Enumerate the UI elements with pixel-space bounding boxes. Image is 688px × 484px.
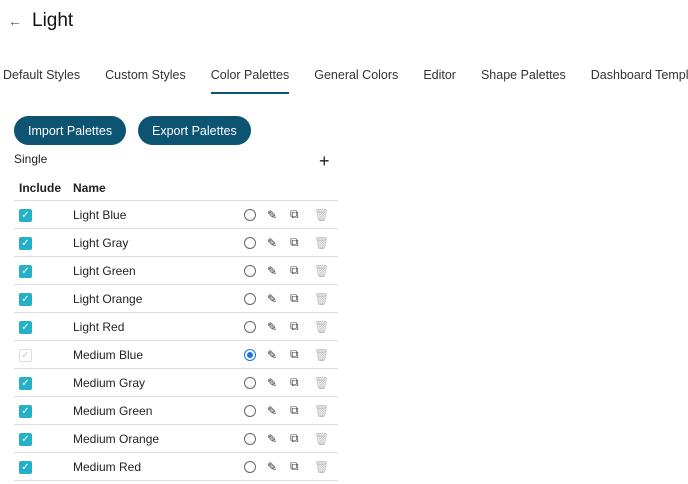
edit-pencil-icon[interactable]: ✎ (267, 208, 277, 222)
table-header: Include Name (14, 176, 338, 201)
default-radio[interactable] (244, 264, 256, 277)
edit-pencil-icon[interactable]: ✎ (267, 404, 277, 418)
table-row: ✓ Medium Blue ✎ ⧉ 🗑 (14, 341, 338, 369)
include-checkbox[interactable]: ✓ (19, 349, 32, 363)
include-checkbox[interactable]: ✓ (19, 405, 32, 419)
tab-shape-palettes[interactable]: Shape Palettes (481, 68, 566, 94)
table-row: ✓ Medium Gray ✎ ⧉ 🗑 (14, 369, 338, 397)
include-cell: ✓ (14, 459, 73, 475)
trash-icon[interactable]: 🗑 (314, 348, 329, 362)
include-cell: ✓ (14, 347, 73, 363)
edit-pencil-icon[interactable]: ✎ (267, 264, 277, 278)
include-cell: ✓ (14, 207, 73, 223)
include-checkbox[interactable]: ✓ (19, 433, 32, 447)
include-cell: ✓ (14, 291, 73, 307)
include-checkbox[interactable]: ✓ (19, 265, 32, 279)
copy-icon[interactable]: ⧉ (290, 291, 299, 306)
include-checkbox[interactable]: ✓ (19, 461, 32, 475)
copy-icon[interactable]: ⧉ (290, 235, 299, 250)
page-header: ← Light (8, 10, 73, 32)
default-radio[interactable] (244, 376, 256, 389)
trash-icon[interactable]: 🗑 (314, 376, 329, 390)
trash-icon[interactable]: 🗑 (314, 236, 329, 250)
edit-pencil-icon[interactable]: ✎ (267, 236, 277, 250)
trash-icon[interactable]: 🗑 (314, 264, 329, 278)
trash-icon[interactable]: 🗑 (314, 432, 329, 446)
table-row: ✓ Light Blue ✎ ⧉ 🗑 (14, 201, 338, 229)
include-cell: ✓ (14, 375, 73, 391)
trash-icon[interactable]: 🗑 (314, 460, 329, 474)
page-title: Light (32, 10, 74, 31)
tab-bar: Default Styles Custom Styles Color Palette… (3, 68, 688, 94)
copy-icon[interactable]: ⧉ (290, 459, 299, 474)
tab-default-styles[interactable]: Default Styles (3, 68, 80, 94)
default-radio[interactable] (244, 236, 256, 249)
table-row: ✓ Medium Red ✎ ⧉ 🗑 (14, 453, 338, 481)
export-palettes-button[interactable]: Export Palettes (138, 116, 251, 145)
include-checkbox[interactable]: ✓ (19, 293, 32, 307)
copy-icon[interactable]: ⧉ (290, 431, 299, 446)
edit-pencil-icon[interactable]: ✎ (267, 432, 277, 446)
edit-pencil-icon[interactable]: ✎ (267, 376, 277, 390)
trash-icon[interactable]: 🗑 (314, 404, 329, 418)
include-cell: ✓ (14, 263, 73, 279)
back-arrow-icon[interactable]: ← (8, 13, 22, 29)
default-radio[interactable] (244, 348, 256, 361)
edit-pencil-icon[interactable]: ✎ (267, 292, 277, 306)
trash-icon[interactable]: 🗑 (314, 292, 329, 306)
add-palette-plus-icon[interactable]: + (319, 151, 330, 172)
default-radio[interactable] (244, 404, 256, 417)
name-header: Name (73, 181, 106, 195)
tab-editor[interactable]: Editor (423, 68, 456, 94)
include-checkbox[interactable]: ✓ (19, 321, 32, 335)
copy-icon[interactable]: ⧉ (290, 319, 299, 334)
default-radio[interactable] (244, 320, 256, 333)
table-row: ✓ Light Gray ✎ ⧉ 🗑 (14, 229, 338, 257)
trash-icon[interactable]: 🗑 (314, 320, 329, 334)
edit-pencil-icon[interactable]: ✎ (267, 460, 277, 474)
copy-icon[interactable]: ⧉ (290, 403, 299, 418)
include-checkbox[interactable]: ✓ (19, 377, 32, 391)
table-row: ✓ Medium Green ✎ ⧉ 🗑 (14, 397, 338, 425)
include-checkbox[interactable]: ✓ (19, 237, 32, 251)
tab-custom-styles[interactable]: Custom Styles (105, 68, 186, 94)
table-row: ✓ Light Green ✎ ⧉ 🗑 (14, 257, 338, 285)
default-radio[interactable] (244, 208, 256, 221)
default-radio[interactable] (244, 292, 256, 305)
include-checkbox[interactable]: ✓ (19, 209, 32, 223)
edit-pencil-icon[interactable]: ✎ (267, 348, 277, 362)
table-row: ✓ Light Orange ✎ ⧉ 🗑 (14, 285, 338, 313)
copy-icon[interactable]: ⧉ (290, 263, 299, 278)
tab-general-colors[interactable]: General Colors (314, 68, 398, 94)
import-palettes-button[interactable]: Import Palettes (14, 116, 127, 145)
palette-table: Include Name ✓ Light Blue ✎ ⧉ 🗑 ✓ Light G… (14, 176, 338, 481)
section-label: Single (14, 152, 48, 166)
table-row: ✓ Medium Orange ✎ ⧉ 🗑 (14, 425, 338, 453)
edit-pencil-icon[interactable]: ✎ (267, 320, 277, 334)
include-cell: ✓ (14, 431, 73, 447)
copy-icon[interactable]: ⧉ (290, 375, 299, 390)
tab-dashboard-templates[interactable]: Dashboard Templates (591, 68, 688, 94)
copy-icon[interactable]: ⧉ (290, 347, 299, 362)
default-radio[interactable] (244, 432, 256, 445)
copy-icon[interactable]: ⧉ (290, 207, 299, 222)
include-cell: ✓ (14, 235, 73, 251)
trash-icon[interactable]: 🗑 (314, 208, 329, 222)
table-row: ✓ Light Red ✎ ⧉ 🗑 (14, 313, 338, 341)
include-cell: ✓ (14, 319, 73, 335)
include-header: Include (19, 181, 62, 195)
tab-color-palettes[interactable]: Color Palettes (210, 68, 290, 94)
default-radio[interactable] (244, 460, 256, 473)
include-cell: ✓ (14, 403, 73, 419)
